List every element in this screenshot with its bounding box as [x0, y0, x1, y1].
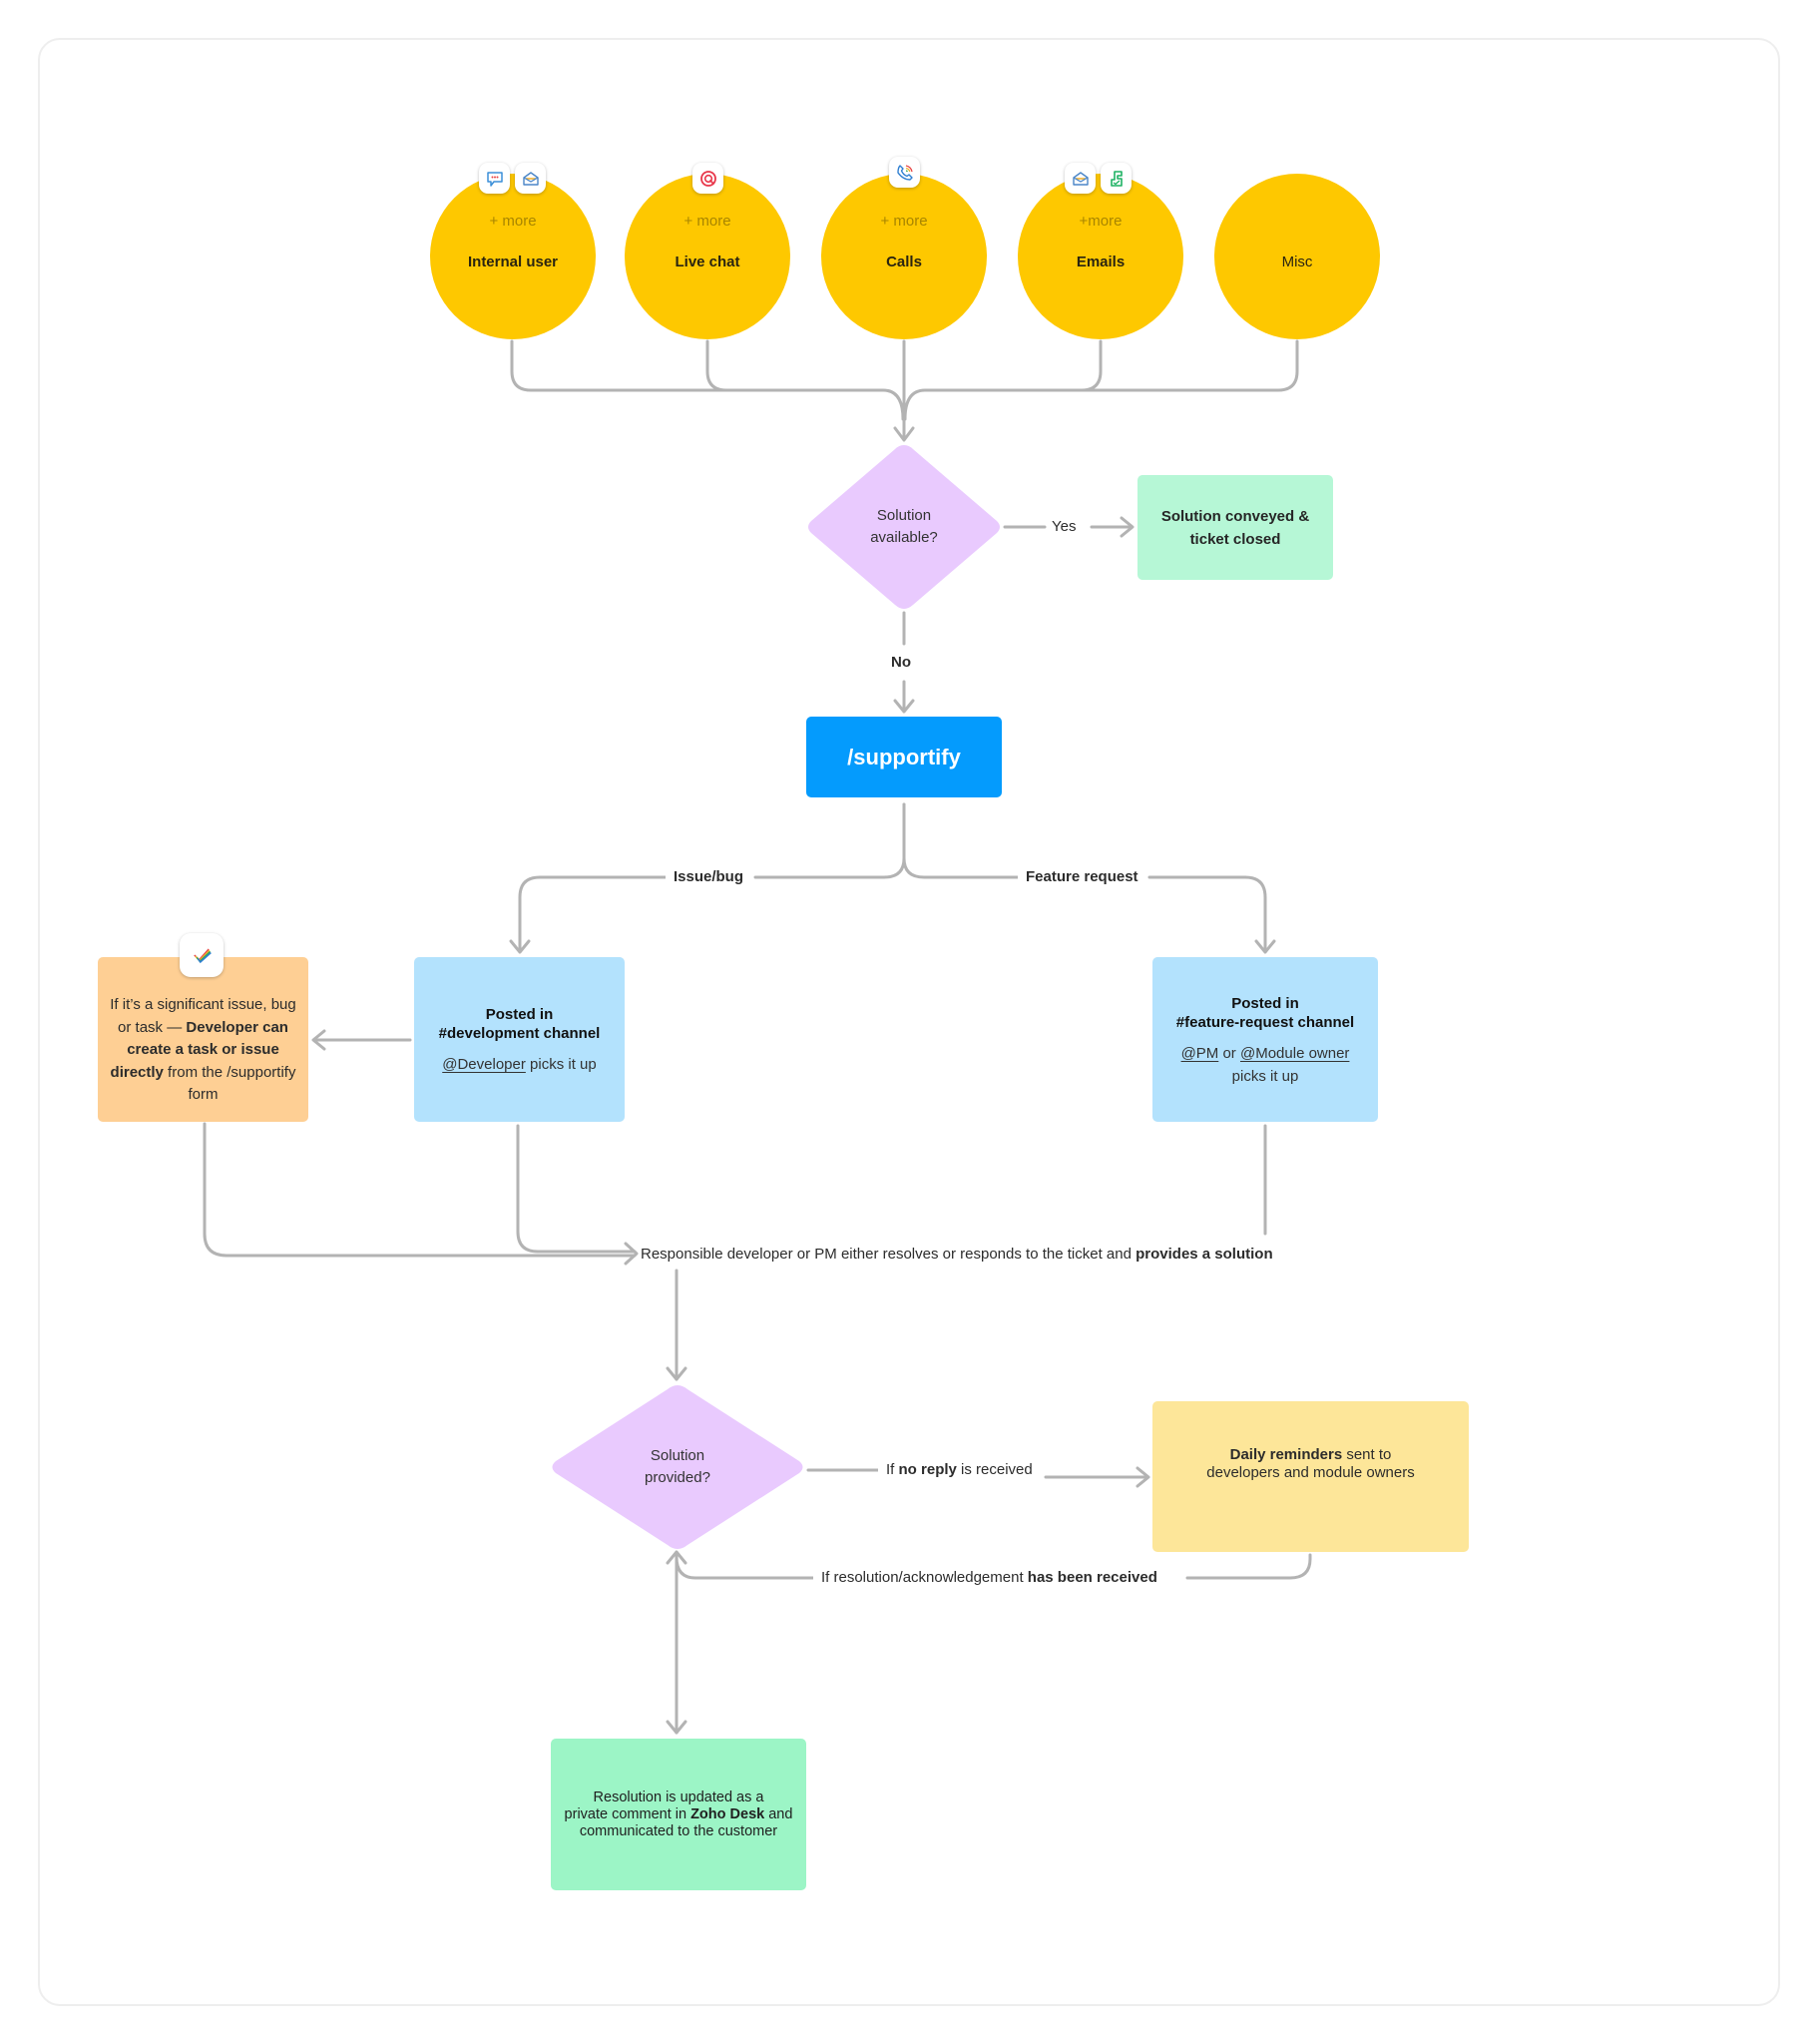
box-line: Solution conveyed &: [1160, 507, 1310, 525]
mail-open-icon: [1065, 163, 1096, 194]
label-part: If resolution/acknowledgement: [821, 1569, 1028, 1586]
supportify-label: /supportify: [847, 745, 961, 769]
task-creation-box: If it’s a significant issue, bug or task…: [98, 957, 308, 1122]
responsible-text: Responsible developer or PM either resol…: [641, 1246, 1136, 1263]
daily-reminders-box: Daily reminders sent to developers and m…: [1152, 1401, 1469, 1552]
developer-mention[interactable]: @Developer: [442, 1056, 526, 1073]
module-owner-mention[interactable]: @Module owner: [1240, 1045, 1349, 1062]
source-label: Live chat: [675, 254, 740, 270]
resolution-line3: communicated to the customer: [579, 1822, 778, 1839]
source-internal-user: + more Internal user: [430, 174, 596, 339]
reminder-bold: Daily reminders: [1229, 1445, 1343, 1463]
resolution-line1: Resolution is updated as a: [593, 1788, 764, 1805]
feature-request-channel-box: Posted in #feature-request channel @PM o…: [1152, 957, 1378, 1122]
decision-line: Solution: [650, 1447, 705, 1464]
channel-title-1: Posted in: [485, 1006, 554, 1023]
source-misc: Misc: [1214, 174, 1380, 339]
reminder-line2: developers and module owners: [1206, 1463, 1415, 1481]
feature-request-label: Feature request: [1018, 868, 1146, 886]
connector-feature: [902, 802, 1020, 879]
solution-closed-box: Solution conveyed & ticket closed: [1137, 475, 1333, 580]
cliq-chat-icon: [479, 163, 510, 194]
connector-task-responsible: [203, 1122, 637, 1258]
resolution-post: and: [764, 1805, 793, 1822]
connector-live-chat: [705, 339, 728, 392]
channel-title-2: #feature-request channel: [1175, 1013, 1355, 1031]
label-bold: has been received: [1027, 1569, 1157, 1586]
responsible-step: Responsible developer or PM either resol…: [641, 1246, 1273, 1263]
decision-solution-available: Solution available?: [805, 443, 1003, 611]
picks-up-text: picks it up: [1231, 1067, 1299, 1085]
decision-line: available?: [870, 529, 938, 546]
source-calls: + more Calls: [821, 174, 987, 339]
development-channel-box: Posted in #development channel @Develope…: [414, 957, 625, 1122]
or-text: or: [1218, 1044, 1240, 1062]
box-line: ticket closed: [1189, 530, 1281, 548]
label-part: If: [886, 1461, 899, 1478]
supportify-command: /supportify: [806, 717, 1002, 797]
pm-mention[interactable]: @PM: [1181, 1045, 1219, 1062]
picks-up-text: picks it up: [525, 1056, 597, 1073]
connector-issue-b: [518, 875, 671, 953]
connector-emails: [1080, 339, 1103, 392]
source-label: Emails: [1076, 254, 1126, 270]
no-label: No: [883, 654, 919, 672]
arrowhead-responsible: [624, 1242, 639, 1266]
resolution-box: Resolution is updated as a private comme…: [551, 1739, 806, 1890]
channel-title-1: Posted in: [1231, 994, 1299, 1012]
more-label: + more: [880, 213, 928, 230]
connector-dev-responsible: [516, 1124, 637, 1254]
channel-title-2: #development channel: [438, 1025, 601, 1042]
zoho-desk-label: Zoho Desk: [690, 1805, 765, 1822]
connector-received-b: [675, 1555, 815, 1580]
yes-label: Yes: [1048, 518, 1081, 536]
received-label: If resolution/acknowledgement has been r…: [813, 1569, 1165, 1587]
label-bold: no reply: [898, 1461, 957, 1478]
more-label: +more: [1079, 213, 1123, 230]
decision-solution-provided: Solution provided?: [549, 1383, 806, 1551]
mail-open-icon: [515, 163, 546, 194]
more-label: + more: [683, 213, 731, 230]
issue-bug-label: Issue/bug: [666, 868, 752, 886]
resolution-pre: private comment in: [564, 1805, 691, 1822]
connector-feature-b: [1147, 875, 1267, 953]
projects-task-icon: [180, 933, 224, 977]
source-label: Calls: [886, 254, 922, 270]
phone-call-icon: [889, 157, 920, 188]
source-label: Internal user: [467, 254, 559, 270]
salesiq-chat-icon: [692, 163, 723, 194]
connector-issue: [753, 802, 906, 879]
decision-line: Solution: [876, 507, 932, 524]
responsible-bold: provides a solution: [1136, 1246, 1273, 1263]
label-part: is received: [956, 1461, 1033, 1478]
source-label: Misc: [1281, 254, 1313, 270]
no-reply-label: If no reply is received: [878, 1461, 1041, 1479]
more-label: + more: [489, 213, 537, 230]
source-emails: +more Emails: [1018, 174, 1183, 339]
task-text-post: from the /supportify form: [163, 1063, 296, 1104]
desk-ticket-icon: [1101, 163, 1132, 194]
reminder-text: sent to: [1342, 1445, 1392, 1463]
decision-line: provided?: [645, 1469, 710, 1486]
source-live-chat: + more Live chat: [625, 174, 790, 339]
connector-received-a: [1185, 1553, 1312, 1580]
